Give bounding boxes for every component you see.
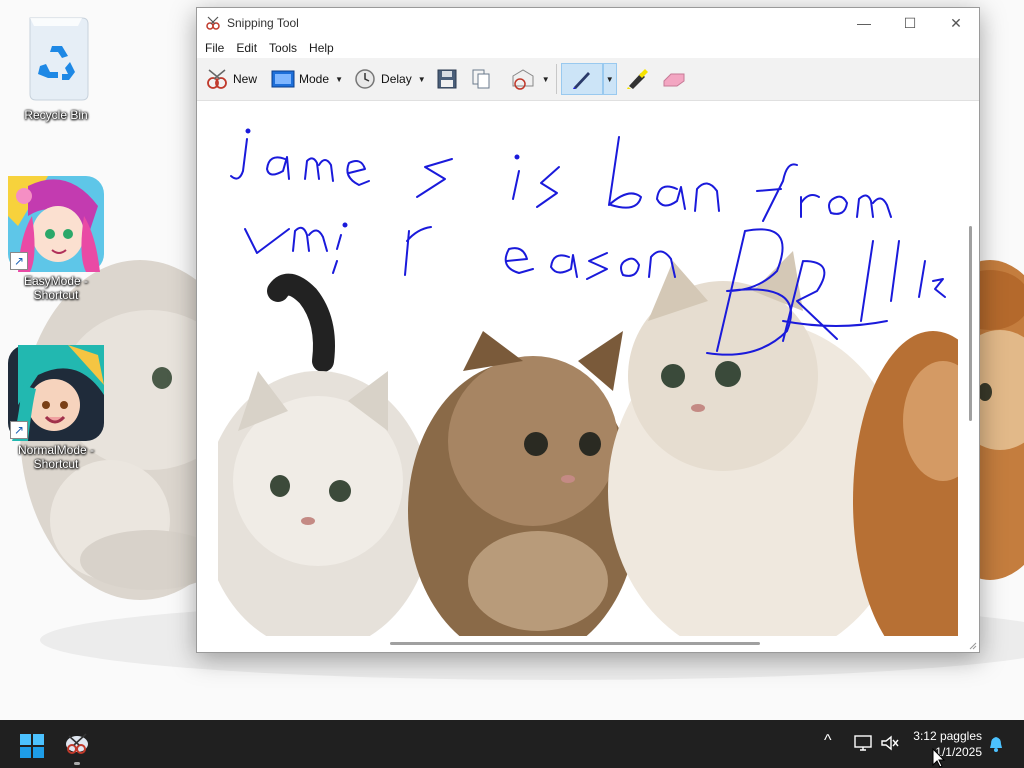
clock-date: 1/1/2025 bbox=[935, 745, 982, 759]
maximize-icon: ☐ bbox=[903, 14, 917, 31]
taskbar: ^ 3:12 paggles 1/1/2025 bbox=[0, 720, 1024, 768]
clock-icon bbox=[353, 68, 377, 90]
close-button[interactable]: ✕ bbox=[933, 8, 979, 38]
mode-button[interactable]: Mode bbox=[267, 63, 333, 95]
copy-button[interactable] bbox=[466, 63, 496, 95]
shortcut-arrow-icon: ↗ bbox=[10, 421, 28, 439]
horizontal-scrollbar[interactable] bbox=[390, 642, 760, 645]
menu-bar: File Edit Tools Help bbox=[197, 38, 979, 58]
snip-canvas[interactable] bbox=[197, 101, 979, 652]
window-title: Snipping Tool bbox=[227, 16, 299, 30]
title-bar[interactable]: Snipping Tool — ☐ ✕ bbox=[197, 8, 979, 38]
pen-dropdown-arrow[interactable]: ▼ bbox=[602, 63, 617, 95]
desktop-icon-easymode-shortcut[interactable]: ↗ EasyMode - Shortcut bbox=[8, 176, 104, 302]
notification-bell-icon[interactable] bbox=[988, 736, 1004, 752]
send-icon bbox=[512, 69, 534, 90]
copy-icon bbox=[472, 69, 490, 89]
close-icon: ✕ bbox=[950, 14, 962, 31]
new-button[interactable]: New bbox=[201, 63, 261, 95]
resize-grip-icon[interactable] bbox=[969, 642, 977, 650]
system-clock[interactable]: 3:12 paggles 1/1/2025 bbox=[913, 728, 982, 760]
recycle-bin-icon bbox=[29, 17, 89, 101]
eraser-icon bbox=[663, 73, 685, 87]
menu-edit[interactable]: Edit bbox=[230, 41, 263, 55]
delay-label: Delay bbox=[381, 72, 412, 86]
desktop-icon-label: EasyMode - Shortcut bbox=[23, 274, 89, 302]
network-icon[interactable] bbox=[854, 734, 874, 752]
snipping-tool-window: Snipping Tool — ☐ ✕ File Edit Tools Help… bbox=[196, 7, 980, 653]
desktop-icon-label: Recycle Bin bbox=[24, 108, 88, 122]
new-label: New bbox=[233, 72, 258, 86]
highlighter-icon bbox=[626, 69, 648, 89]
shortcut-arrow-icon: ↗ bbox=[10, 252, 28, 270]
desktop-icon-normalmode-shortcut[interactable]: ↗ NormalMode - Shortcut bbox=[8, 345, 104, 471]
minimize-button[interactable]: — bbox=[841, 8, 887, 38]
mouse-cursor-icon bbox=[932, 748, 946, 768]
new-snip-icon bbox=[205, 68, 229, 90]
menu-file[interactable]: File bbox=[199, 41, 230, 55]
minimize-icon: — bbox=[857, 15, 871, 31]
maximize-button[interactable]: ☐ bbox=[887, 8, 933, 38]
pen-icon bbox=[572, 72, 590, 89]
menu-tools[interactable]: Tools bbox=[263, 41, 303, 55]
clock-time: 3:12 paggles bbox=[913, 729, 982, 743]
mode-icon bbox=[271, 68, 295, 90]
desktop-icon-label: NormalMode - Shortcut bbox=[17, 443, 95, 471]
toolbar-separator bbox=[555, 64, 557, 94]
highlighter-button[interactable] bbox=[621, 63, 653, 95]
taskbar-snipping-tool-icon[interactable] bbox=[64, 731, 90, 757]
running-app-indicator bbox=[74, 762, 80, 765]
pen-button[interactable] bbox=[560, 63, 603, 95]
windows-start-icon[interactable] bbox=[20, 734, 44, 758]
show-hidden-icons-chevron[interactable]: ^ bbox=[824, 732, 832, 750]
send-snip-button[interactable] bbox=[506, 63, 540, 95]
toolbar: New Mode ▼ Delay ▼ ▼ ▼ bbox=[197, 58, 979, 101]
pen-annotation bbox=[230, 128, 946, 356]
save-icon bbox=[437, 69, 457, 89]
snipping-tool-icon bbox=[206, 16, 220, 30]
save-button[interactable] bbox=[432, 63, 462, 95]
vertical-scrollbar[interactable] bbox=[969, 226, 972, 421]
desktop-icon-recycle-bin[interactable]: Recycle Bin bbox=[8, 10, 104, 122]
mode-dropdown-arrow[interactable]: ▼ bbox=[333, 63, 345, 95]
delay-button[interactable]: Delay bbox=[349, 63, 416, 95]
send-dropdown-arrow[interactable]: ▼ bbox=[540, 63, 552, 95]
menu-help[interactable]: Help bbox=[303, 41, 340, 55]
volume-muted-icon[interactable] bbox=[880, 734, 900, 752]
mode-label: Mode bbox=[299, 72, 330, 86]
delay-dropdown-arrow[interactable]: ▼ bbox=[416, 63, 428, 95]
eraser-button[interactable] bbox=[657, 63, 691, 95]
